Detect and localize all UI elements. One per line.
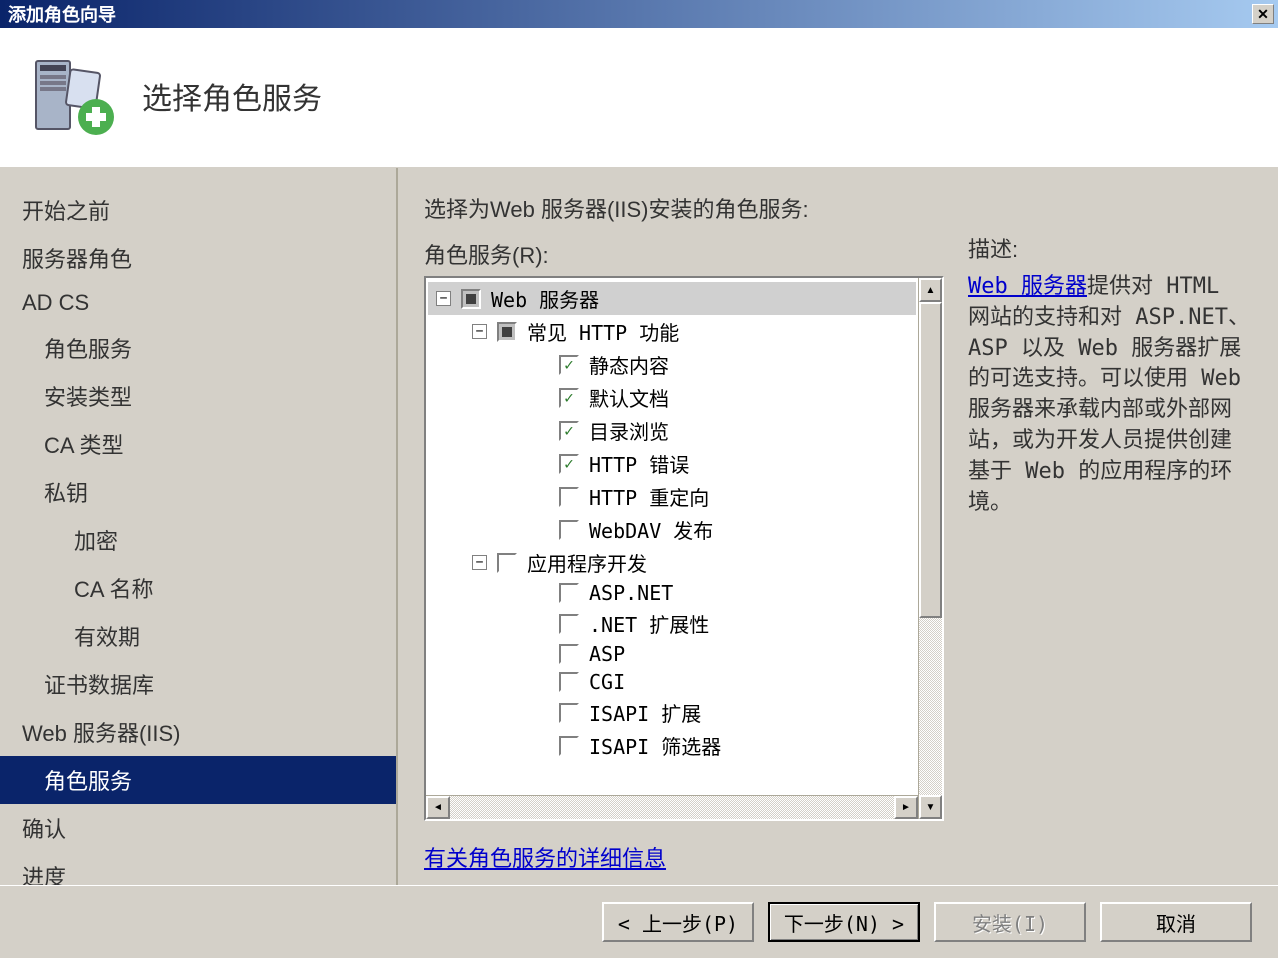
description-label: 描述: <box>968 232 1252 264</box>
description-link[interactable]: Web 服务器 <box>968 274 1087 299</box>
scroll-thumb[interactable] <box>919 302 942 618</box>
window-title: 添加角色向导 <box>4 1 116 27</box>
prev-button[interactable]: < 上一步(P) <box>602 902 754 942</box>
checkbox[interactable] <box>559 388 579 408</box>
tree-item-12[interactable]: CGI <box>428 668 916 696</box>
tree-item-label: ISAPI 扩展 <box>589 698 701 727</box>
tree-item-label: WebDAV 发布 <box>589 515 713 544</box>
expander-icon[interactable]: − <box>472 555 487 570</box>
nav-item-4[interactable]: 安装类型 <box>0 372 396 420</box>
vertical-scrollbar[interactable]: ▲ ▼ <box>918 278 942 819</box>
install-button: 安装(I) <box>934 902 1086 942</box>
checkbox[interactable] <box>559 736 579 756</box>
cancel-button[interactable]: 取消 <box>1100 902 1252 942</box>
details-link[interactable]: 有关角色服务的详细信息 <box>424 841 944 873</box>
tree-item-13[interactable]: ISAPI 扩展 <box>428 696 916 729</box>
nav-item-0[interactable]: 开始之前 <box>0 186 396 234</box>
checkbox[interactable] <box>559 703 579 723</box>
tree-item-label: 目录浏览 <box>589 416 669 445</box>
tree-item-label: ISAPI 筛选器 <box>589 731 721 760</box>
main-panel: 选择为Web 服务器(IIS)安装的角色服务: 角色服务(R): −Web 服务… <box>396 168 1278 885</box>
tree-item-label: HTTP 错误 <box>589 449 689 478</box>
checkbox[interactable] <box>559 454 579 474</box>
nav-item-6[interactable]: 私钥 <box>0 468 396 516</box>
header: 选择角色服务 <box>0 28 1278 168</box>
checkbox[interactable] <box>559 487 579 507</box>
tree-item-4[interactable]: 目录浏览 <box>428 414 916 447</box>
button-row: < 上一步(P) 下一步(N) > 安装(I) 取消 <box>0 885 1278 958</box>
horizontal-scrollbar[interactable]: ◄ ► <box>426 795 918 819</box>
next-button[interactable]: 下一步(N) > <box>768 902 920 942</box>
checkbox[interactable] <box>497 322 517 342</box>
scroll-down-icon[interactable]: ▼ <box>919 795 942 819</box>
page-title: 选择角色服务 <box>142 74 322 118</box>
tree-item-1[interactable]: − 常见 HTTP 功能 <box>428 315 916 348</box>
tree-item-label: 默认文档 <box>589 383 669 412</box>
checkbox[interactable] <box>461 289 481 309</box>
checkbox[interactable] <box>559 672 579 692</box>
expander-icon[interactable]: − <box>436 291 451 306</box>
scroll-up-icon[interactable]: ▲ <box>919 278 942 302</box>
tree-item-8[interactable]: − 应用程序开发 <box>428 546 916 579</box>
tree-item-label: ASP <box>589 642 625 666</box>
scroll-left-icon[interactable]: ◄ <box>426 796 450 819</box>
tree-item-7[interactable]: WebDAV 发布 <box>428 513 916 546</box>
nav-item-3[interactable]: 角色服务 <box>0 324 396 372</box>
tree-item-10[interactable]: .NET 扩展性 <box>428 607 916 640</box>
tree-item-2[interactable]: 静态内容 <box>428 348 916 381</box>
nav-item-13[interactable]: 确认 <box>0 804 396 852</box>
tree-item-label: CGI <box>589 670 625 694</box>
tree-item-label: 应用程序开发 <box>527 548 647 577</box>
titlebar: 添加角色向导 ✕ <box>0 0 1278 28</box>
tree-item-label: HTTP 重定向 <box>589 482 709 511</box>
tree-item-label: .NET 扩展性 <box>589 609 709 638</box>
tree-item-3[interactable]: 默认文档 <box>428 381 916 414</box>
tree-item-11[interactable]: ASP <box>428 640 916 668</box>
checkbox[interactable] <box>497 553 517 573</box>
wizard-window: 添加角色向导 ✕ 选择角色服务 开始之前服务器角色AD CS角色服务安装类型CA… <box>0 0 1278 958</box>
tree-item-label: 静态内容 <box>589 350 669 379</box>
nav-item-2[interactable]: AD CS <box>0 282 396 324</box>
wizard-icon <box>28 51 118 141</box>
content-area: 开始之前服务器角色AD CS角色服务安装类型CA 类型私钥加密CA 名称有效期证… <box>0 168 1278 885</box>
checkbox[interactable] <box>559 583 579 603</box>
nav-item-14[interactable]: 进度 <box>0 852 396 885</box>
checkbox[interactable] <box>559 520 579 540</box>
instruction-text: 选择为Web 服务器(IIS)安装的角色服务: <box>424 192 944 224</box>
nav-sidebar: 开始之前服务器角色AD CS角色服务安装类型CA 类型私钥加密CA 名称有效期证… <box>0 168 396 885</box>
checkbox[interactable] <box>559 421 579 441</box>
tree-item-label: ASP.NET <box>589 581 673 605</box>
tree-item-label: Web 服务器 <box>491 284 599 313</box>
tree-item-6[interactable]: HTTP 重定向 <box>428 480 916 513</box>
tree-item-5[interactable]: HTTP 错误 <box>428 447 916 480</box>
list-label: 角色服务(R): <box>424 238 944 270</box>
scroll-right-icon[interactable]: ► <box>894 796 918 819</box>
nav-item-8[interactable]: CA 名称 <box>0 564 396 612</box>
checkbox[interactable] <box>559 355 579 375</box>
checkbox[interactable] <box>559 614 579 634</box>
nav-item-7[interactable]: 加密 <box>0 516 396 564</box>
tree-item-14[interactable]: ISAPI 筛选器 <box>428 729 916 762</box>
tree-item-9[interactable]: ASP.NET <box>428 579 916 607</box>
close-button[interactable]: ✕ <box>1252 4 1274 24</box>
nav-item-5[interactable]: CA 类型 <box>0 420 396 468</box>
nav-item-9[interactable]: 有效期 <box>0 612 396 660</box>
nav-item-10[interactable]: 证书数据库 <box>0 660 396 708</box>
expander-icon[interactable]: − <box>472 324 487 339</box>
nav-item-11[interactable]: Web 服务器(IIS) <box>0 708 396 756</box>
role-services-tree[interactable]: −Web 服务器−常见 HTTP 功能静态内容默认文档目录浏览HTTP 错误HT… <box>424 276 944 821</box>
nav-item-12[interactable]: 角色服务 <box>0 756 396 804</box>
tree-item-label: 常见 HTTP 功能 <box>527 317 679 346</box>
nav-item-1[interactable]: 服务器角色 <box>0 234 396 282</box>
checkbox[interactable] <box>559 644 579 664</box>
description-text: Web 服务器提供对 HTML 网站的支持和对 ASP.NET、ASP 以及 W… <box>968 272 1252 518</box>
tree-item-0[interactable]: − Web 服务器 <box>428 282 916 315</box>
